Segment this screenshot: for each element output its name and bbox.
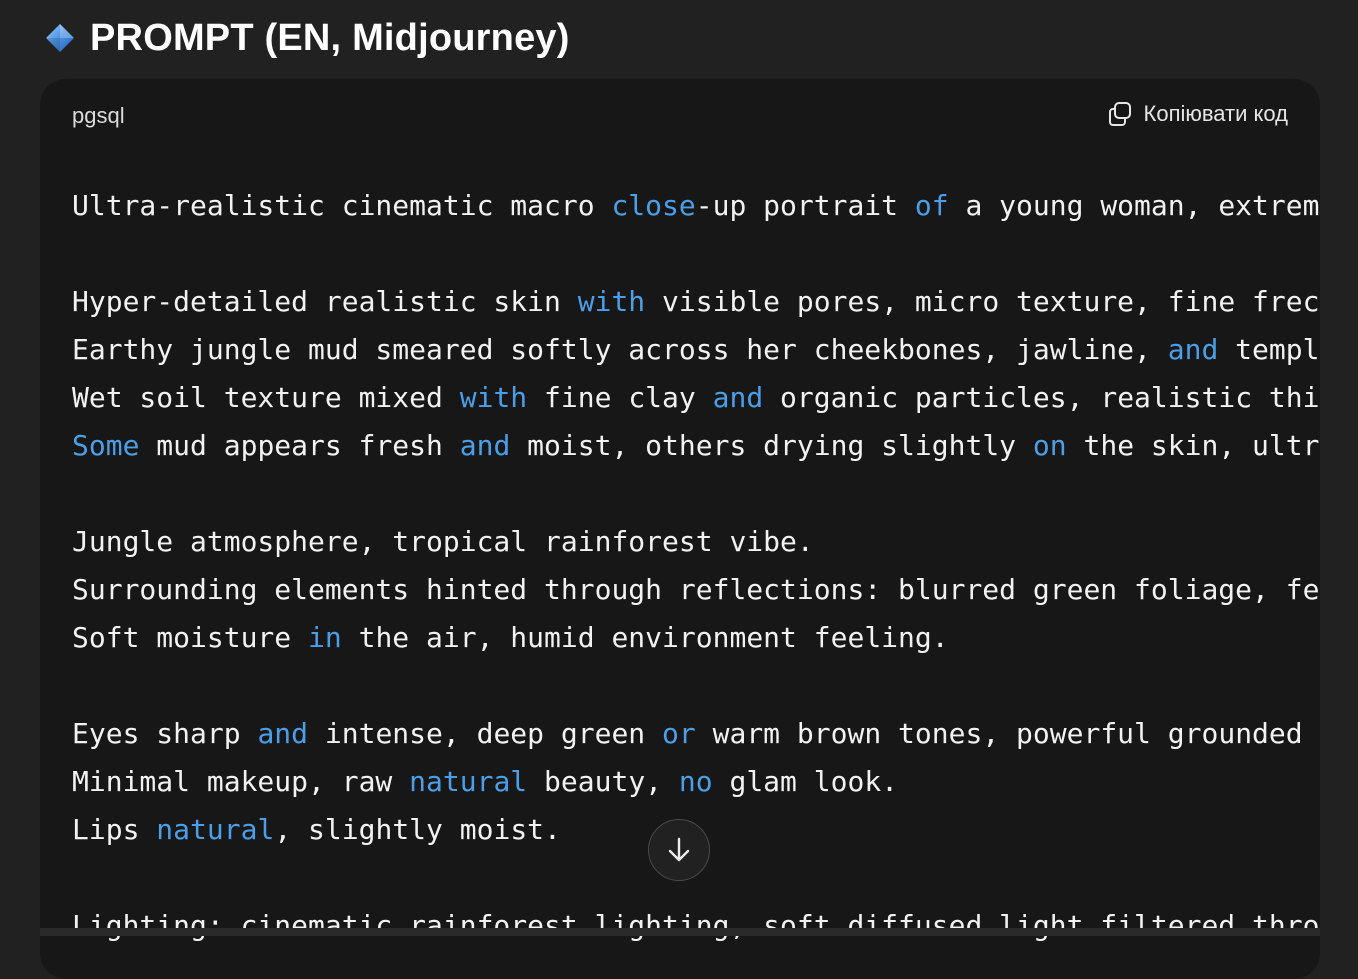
code-text: , slightly moist. <box>274 813 561 846</box>
code-text: a young woman, extrem <box>948 189 1320 222</box>
code-text: Lips <box>72 813 157 846</box>
code-keyword: natural <box>409 765 528 798</box>
code-text: the skin, ultr <box>1066 429 1320 462</box>
code-text: Jungle atmosphere, tropical rainforest v… <box>72 525 814 558</box>
code-text: Earthy jungle mud smeared softly across … <box>72 333 1168 366</box>
code-keyword: and <box>712 381 764 414</box>
code-text: Lighting: cinematic rainforest lighting,… <box>72 909 1320 942</box>
code-keyword: and <box>459 429 511 462</box>
code-keyword: natural <box>156 813 275 846</box>
code-text: Wet soil texture mixed <box>72 381 460 414</box>
code-text: Hyper-detailed realistic skin <box>72 285 578 318</box>
code-line: Soft moisture in the air, humid environm… <box>72 614 1320 662</box>
code-text: visible pores, micro texture, fine frec <box>645 285 1320 318</box>
code-text: mud appears fresh <box>139 429 460 462</box>
section-heading: PROMPT (EN, Midjourney) <box>44 10 570 66</box>
code-text: intense, deep green <box>308 717 663 750</box>
code-text: Minimal makeup, raw <box>72 765 410 798</box>
code-text: the air, humid environment feeling. <box>341 621 949 654</box>
code-line: Hyper-detailed realistic skin with visib… <box>72 278 1320 326</box>
code-keyword: of <box>914 189 949 222</box>
code-text: organic particles, realistic thi <box>763 381 1320 414</box>
code-block-bottom-edge <box>40 928 1320 936</box>
heading-title: PROMPT (EN, Midjourney) <box>90 16 570 59</box>
code-line: Wet soil texture mixed with fine clay an… <box>72 374 1320 422</box>
code-keyword: with <box>459 381 528 414</box>
code-line: Earthy jungle mud smeared softly across … <box>72 326 1320 374</box>
code-keyword: in <box>308 621 342 654</box>
code-text: glam look. <box>712 765 899 798</box>
code-keyword: with <box>577 285 646 318</box>
code-line: Jungle atmosphere, tropical rainforest v… <box>72 518 1320 566</box>
code-text: Eyes sharp <box>72 717 258 750</box>
scroll-down-button[interactable] <box>648 819 710 881</box>
code-text: templ <box>1218 333 1320 366</box>
code-keyword: on <box>1032 429 1067 462</box>
copy-code-button[interactable]: Копіювати код <box>1106 100 1288 128</box>
code-keyword: or <box>662 717 696 750</box>
code-line: Some mud appears fresh and moist, others… <box>72 422 1320 470</box>
code-text: -up portrait <box>695 189 915 222</box>
code-keyword: close <box>611 189 696 222</box>
code-text: Soft moisture <box>72 621 309 654</box>
code-keyword: and <box>257 717 309 750</box>
code-line: Surrounding elements hinted through refl… <box>72 566 1320 614</box>
copy-icon <box>1108 102 1131 126</box>
code-line: Minimal makeup, raw natural beauty, no g… <box>72 758 1320 806</box>
code-text: Surrounding elements hinted through refl… <box>72 573 1320 606</box>
code-line: Ultra-realistic cinematic macro close-up… <box>72 182 1320 230</box>
code-text: Ultra-realistic cinematic macro <box>72 189 612 222</box>
copy-code-label: Копіювати код <box>1143 101 1288 126</box>
arrow-down-icon <box>668 837 690 862</box>
code-block-header: pgsql Копіювати код <box>40 79 1320 153</box>
code-keyword: and <box>1167 333 1219 366</box>
code-text: beauty, <box>527 765 679 798</box>
code-keyword: no <box>678 765 713 798</box>
code-line: Eyes sharp and intense, deep green or wa… <box>72 710 1320 758</box>
code-keyword: Some <box>72 429 140 462</box>
blue-diamond-icon <box>46 24 74 52</box>
code-text: fine clay <box>527 381 713 414</box>
code-language-label: pgsql <box>72 103 125 128</box>
code-text: warm brown tones, powerful grounded <box>695 717 1303 750</box>
code-line: Lighting: cinematic rainforest lighting,… <box>72 902 1320 950</box>
code-text: moist, others drying slightly <box>510 429 1033 462</box>
